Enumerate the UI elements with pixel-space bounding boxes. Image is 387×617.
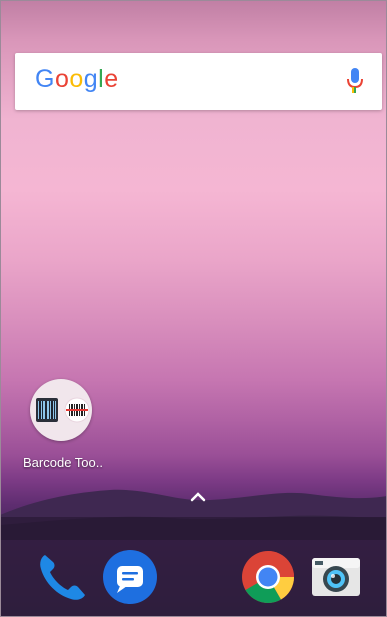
camera-icon[interactable]	[308, 549, 364, 605]
app-label[interactable]: Barcode Too..	[8, 455, 118, 470]
chevron-up-icon[interactable]	[189, 491, 207, 503]
home-screen: Google Barcode Too..	[0, 0, 387, 617]
logo-letter: e	[104, 65, 119, 93]
barcode-icon	[36, 397, 90, 423]
chrome-icon[interactable]	[240, 549, 296, 605]
google-search-bar[interactable]: Google	[15, 53, 382, 110]
messages-icon[interactable]	[102, 549, 158, 605]
google-logo: Google	[35, 65, 119, 94]
logo-letter: g	[83, 65, 99, 93]
logo-letter: o	[54, 65, 70, 93]
barcode-app-icon[interactable]	[30, 379, 92, 441]
logo-letter: o	[69, 65, 84, 93]
phone-icon[interactable]	[35, 549, 91, 605]
mic-icon[interactable]	[346, 67, 364, 95]
logo-letter: G	[35, 65, 55, 93]
